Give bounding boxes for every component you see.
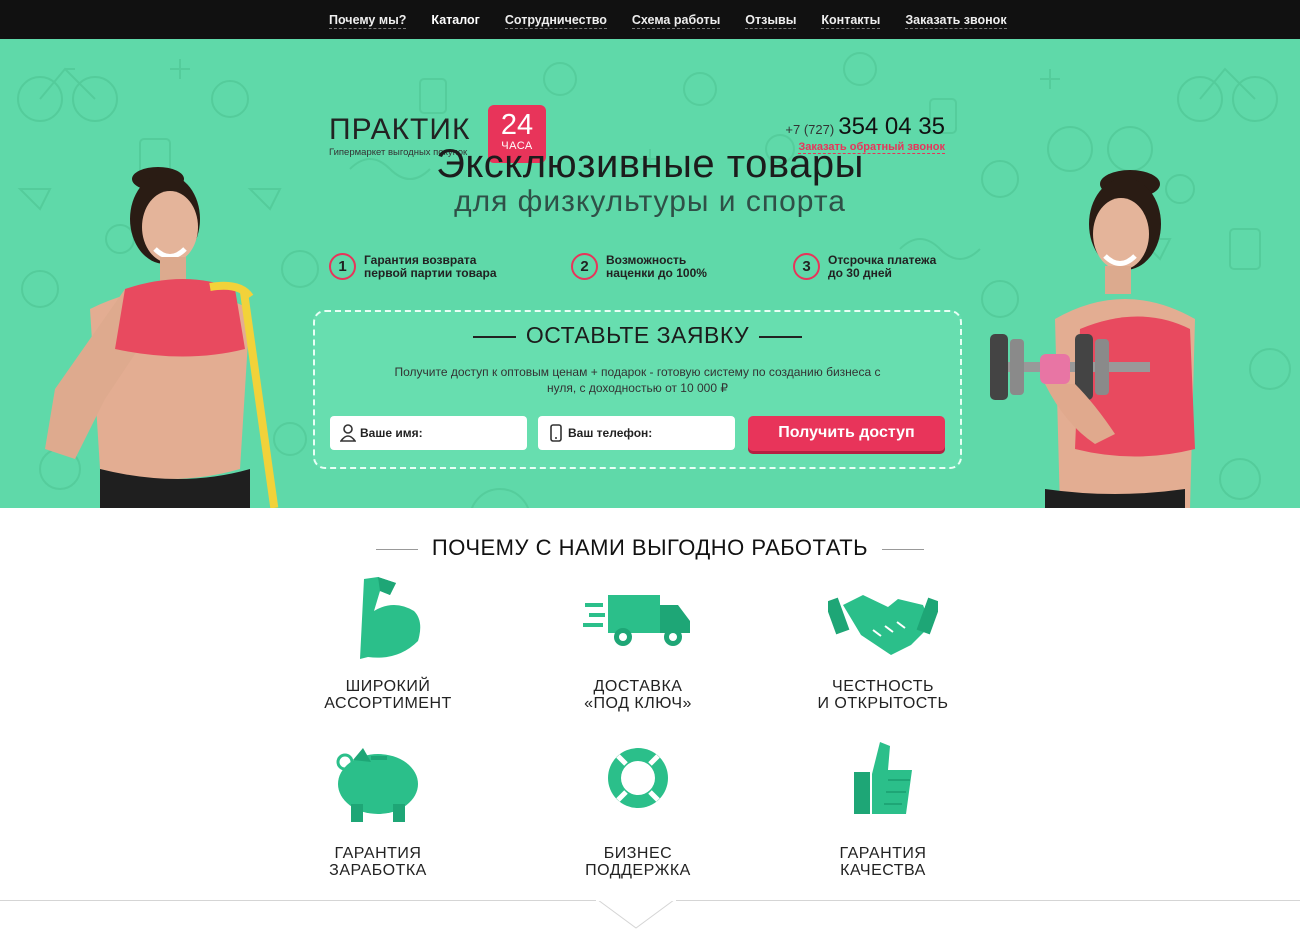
- scroll-down-arrow-icon[interactable]: [596, 900, 676, 930]
- card-label: ЧЕСТНОСТЬ И ОТКРЫТОСТЬ: [773, 678, 993, 712]
- card-line: «ПОД КЛЮЧ»: [584, 695, 692, 712]
- card-label: ГАРАНТИЯ КАЧЕСТВА: [773, 845, 993, 879]
- name-input-placeholder: Ваше имя:: [360, 426, 423, 440]
- nav-item-catalog[interactable]: Каталог: [431, 12, 480, 45]
- nav-item-label: Заказать звонок: [905, 12, 1007, 29]
- truck-icon: [583, 595, 690, 646]
- advantage-card: ГАРАНТИЯ ЗАРАБОТКА: [268, 742, 488, 879]
- nav-item-cooperation[interactable]: Сотрудничество: [504, 12, 607, 29]
- feature-line: Отсрочка платежа: [828, 252, 937, 267]
- hero-subtitle: для физкультуры и спорта: [454, 185, 846, 218]
- hero-section: ПРАКТИК Гипермаркет выгодных покупок 24 …: [0, 39, 1300, 508]
- card-line: ШИРОКИЙ: [345, 678, 431, 695]
- name-input[interactable]: Ваше имя:: [330, 416, 527, 450]
- feature-line: наценки до 100%: [606, 265, 707, 280]
- form-description: Получите доступ к оптовым ценам + подаро…: [394, 365, 881, 395]
- mobile-phone-icon: [550, 424, 562, 442]
- phone-block: +7 (727) 354 04 35 Заказать обратный звон…: [785, 113, 945, 154]
- advantage-card: БИЗНЕС ПОДДЕРЖКА: [528, 742, 748, 879]
- feature-number-badge: 2: [571, 253, 598, 280]
- card-label: ШИРОКИЙ АССОРТИМЕНТ: [278, 678, 498, 712]
- advantage-card: ГАРАНТИЯ КАЧЕСТВА: [773, 742, 993, 879]
- feature-line: Возможность: [606, 252, 687, 267]
- nav-item-contacts[interactable]: Контакты: [821, 12, 881, 29]
- advantage-card: ДОСТАВКА «ПОД КЛЮЧ»: [528, 575, 748, 712]
- nav-list: Почему мы? Каталог Сотрудничество Схема …: [329, 0, 1032, 45]
- phone-code: +7 (727): [785, 122, 835, 137]
- request-form: ОСТАВЬТЕ ЗАЯВКУ Получите доступ к оптовы…: [313, 310, 962, 469]
- bicep-icon: [360, 577, 421, 659]
- feature-text: Отсрочка платежа до 30 дней: [828, 252, 937, 280]
- nav-item-label: Сотрудничество: [504, 12, 607, 29]
- feature-line: первой партии товара: [364, 265, 497, 280]
- nav-item-label: Схема работы: [631, 12, 721, 29]
- card-line: АССОРТИМЕНТ: [324, 695, 452, 712]
- nav-item-reviews[interactable]: Отзывы: [745, 12, 797, 29]
- form-title-text: ОСТАВЬТЕ ЗАЯВКУ: [525, 322, 750, 348]
- card-line: ЗАРАБОТКА: [329, 862, 427, 879]
- feature-text: Гарантия возврата первой партии товара: [364, 252, 497, 280]
- nav-item-why[interactable]: Почему мы?: [329, 12, 407, 29]
- form-title: ОСТАВЬТЕ ЗАЯВКУ: [315, 322, 960, 349]
- feature-2: 2 Возможность наценки до 100%: [571, 253, 707, 280]
- nav-item-label: Контакты: [821, 12, 881, 29]
- nav-item-label: Почему мы?: [329, 12, 407, 29]
- card-line: ГАРАНТИЯ: [334, 845, 422, 862]
- card-label: ДОСТАВКА «ПОД КЛЮЧ»: [528, 678, 748, 712]
- card-line: КАЧЕСТВА: [840, 862, 926, 879]
- phone-input[interactable]: Ваш телефон:: [538, 416, 735, 450]
- nav-item-callback[interactable]: Заказать звонок: [905, 12, 1007, 29]
- phone-number[interactable]: 354 04 35: [838, 113, 945, 140]
- user-icon: [340, 424, 356, 442]
- handshake-icon: [824, 595, 942, 655]
- feature-number-badge: 1: [329, 253, 356, 280]
- get-access-button[interactable]: Получить доступ: [748, 416, 945, 451]
- nav-item-workflow[interactable]: Схема работы: [631, 12, 721, 29]
- advantage-card: ШИРОКИЙ АССОРТИМЕНТ: [278, 575, 498, 712]
- lifebuoy-icon: [608, 748, 668, 808]
- logo-badge-number: 24: [500, 109, 534, 141]
- why-title-text: ПОЧЕМУ С НАМИ ВЫГОДНО РАБОТАТЬ: [431, 535, 869, 560]
- hero-title: Эксклюзивные товары: [436, 142, 864, 186]
- card-line: ДОСТАВКА: [593, 678, 683, 695]
- why-section-title: ПОЧЕМУ С НАМИ ВЫГОДНО РАБОТАТЬ: [0, 535, 1300, 561]
- feature-line: до 30 дней: [828, 265, 892, 280]
- thumbs-up-icon: [854, 742, 912, 814]
- card-label: БИЗНЕС ПОДДЕРЖКА: [528, 845, 748, 879]
- advantage-card: ЧЕСТНОСТЬ И ОТКРЫТОСТЬ: [773, 575, 993, 712]
- card-label: ГАРАНТИЯ ЗАРАБОТКА: [268, 845, 488, 879]
- phone-input-placeholder: Ваш телефон:: [568, 426, 653, 440]
- card-line: ЧЕСТНОСТЬ: [832, 678, 934, 695]
- piggy-bank-icon: [336, 748, 418, 822]
- card-line: БИЗНЕС: [603, 845, 673, 862]
- top-navigation: Почему мы? Каталог Сотрудничество Схема …: [0, 0, 1300, 45]
- nav-item-label: Отзывы: [745, 12, 797, 29]
- nav-item-label: Каталог: [431, 12, 480, 27]
- card-line: ГАРАНТИЯ: [839, 845, 927, 862]
- feature-number-badge: 3: [793, 253, 820, 280]
- card-line: ПОДДЕРЖКА: [585, 862, 691, 879]
- feature-3: 3 Отсрочка платежа до 30 дней: [793, 253, 936, 280]
- feature-line: Гарантия возврата: [364, 252, 477, 267]
- feature-1: 1 Гарантия возврата первой партии товара: [329, 253, 497, 280]
- feature-text: Возможность наценки до 100%: [606, 252, 707, 280]
- card-line: И ОТКРЫТОСТЬ: [817, 695, 949, 712]
